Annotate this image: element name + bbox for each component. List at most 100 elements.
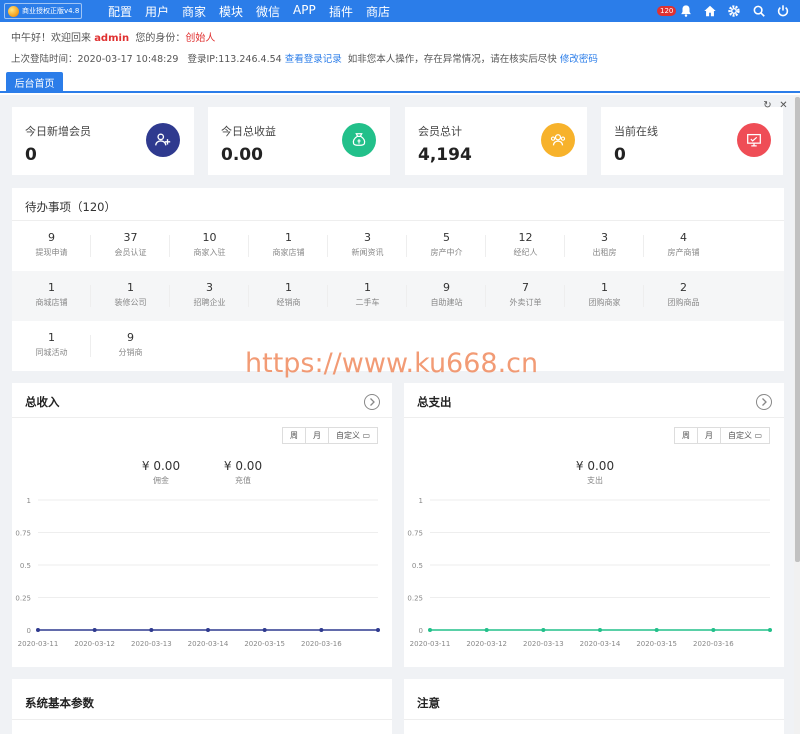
todo-item[interactable]: 9 分销商 [91, 321, 170, 371]
todo-label: 商家入驻 [193, 248, 226, 257]
todo-item[interactable]: 10 商家入驻 [170, 221, 249, 271]
todo-item[interactable]: 9 提现申请 [12, 221, 91, 271]
tab-dashboard-home[interactable]: 后台首页 [6, 72, 63, 93]
data-point[interactable] [262, 628, 267, 632]
todo-count: 3 [364, 231, 371, 244]
data-point[interactable] [376, 628, 380, 632]
x-tick-label: 2020-03-11 [410, 640, 451, 648]
todo-item[interactable]: 37 会员认证 [91, 221, 170, 271]
last-login-label: 上次登陆时间： [11, 54, 78, 65]
todo-count: 1 [601, 281, 608, 294]
period-custom-label: 自定义 [728, 431, 752, 440]
last-login-line: 上次登陆时间：2020-03-17 10:48:29 登录IP:113.246.… [11, 51, 598, 65]
todo-item[interactable]: 1 二手车 [328, 271, 407, 321]
todo-item[interactable]: 1 商城店铺 [12, 271, 91, 321]
home-icon[interactable] [703, 4, 717, 18]
todo-item[interactable]: 2 团购商品 [644, 271, 723, 321]
watermark-text: https://www.ku668.cn [245, 348, 539, 379]
data-point[interactable] [598, 628, 602, 632]
todo-item[interactable]: 3 新闻资讯 [328, 221, 407, 271]
expense-line-chart: 0 0.25 0.5 0.75 1 2020-03-11 2020-03-12 2020-03… [407, 497, 772, 648]
nav-wechat[interactable]: 微信 [256, 3, 280, 20]
todo-item[interactable]: 1 经销商 [249, 271, 328, 321]
stat-value: 4,194 [418, 145, 472, 165]
nav-app[interactable]: APP [293, 3, 316, 17]
todo-item[interactable]: 3 出租房 [565, 221, 644, 271]
data-point[interactable] [711, 628, 716, 632]
data-point[interactable] [541, 628, 546, 632]
monitor-icon [737, 123, 771, 157]
todo-count: 1 [364, 281, 371, 294]
todo-item[interactable]: 1 同城活动 [12, 321, 91, 371]
y-tick-label: 0.75 [407, 530, 423, 538]
todo-label: 自助建站 [430, 298, 463, 307]
data-point[interactable] [149, 628, 154, 632]
y-tick-label: 0 [419, 627, 423, 635]
change-password-link[interactable]: 修改密码 [560, 54, 598, 65]
todo-label: 外卖订单 [509, 298, 542, 307]
period-month-button[interactable]: 月 [306, 428, 329, 443]
data-point[interactable] [92, 628, 97, 632]
nav-config[interactable]: 配置 [108, 3, 132, 20]
todo-item[interactable]: 1 装修公司 [91, 271, 170, 321]
security-notice: 如非您本人操作，存在异常情况，请在核实后尽快 [347, 54, 557, 65]
refresh-icon[interactable]: ↻ [762, 100, 773, 111]
y-tick-label: 0.25 [407, 595, 423, 603]
todo-item[interactable]: 5 房产中介 [407, 221, 486, 271]
todo-label: 提现申请 [35, 248, 68, 257]
brand-logo[interactable]: 商业授权正版v4.8 [4, 3, 82, 19]
panel-divider [404, 417, 784, 418]
panel-divider [12, 417, 392, 418]
bell-icon[interactable] [679, 4, 693, 18]
x-tick-label: 2020-03-12 [74, 640, 115, 648]
expense-more-arrow-icon[interactable] [756, 394, 772, 410]
data-point[interactable] [768, 628, 772, 632]
data-point[interactable] [654, 628, 659, 632]
power-icon[interactable] [776, 4, 790, 18]
data-point[interactable] [319, 628, 324, 632]
todo-label: 房产商铺 [667, 248, 700, 257]
todo-item[interactable]: 1 商家店铺 [249, 221, 328, 271]
todo-item[interactable]: 9 自助建站 [407, 271, 486, 321]
todo-item[interactable]: 12 经纪人 [486, 221, 565, 271]
data-point[interactable] [36, 628, 40, 632]
nav-merchants[interactable]: 商家 [182, 3, 206, 20]
period-week-button[interactable]: 周 [283, 428, 306, 443]
period-custom-button[interactable]: 自定义 ▭ [721, 428, 769, 443]
stat-label: 今日总收益 [221, 125, 276, 138]
period-week-button[interactable]: 周 [675, 428, 698, 443]
todo-panel: 待办事项（120） 9 提现申请 37 会员认证 10 商家入驻 1 商家店铺 3 新闻资讯 5 房产… [12, 188, 784, 371]
todo-item[interactable]: 7 外卖订单 [486, 271, 565, 321]
todo-row: 1 商城店铺 1 装修公司 3 招聘企业 1 经销商 1 二手车 9 自助建站 7 外卖订单 1 团购商家 2 团… [12, 271, 784, 321]
notice-title: 注意 [417, 696, 440, 710]
data-point[interactable] [206, 628, 210, 632]
welcome-line: 中午好！欢迎回来 admin 您的身份：创始人 [11, 29, 215, 44]
notification-badge[interactable]: 120 [657, 6, 677, 16]
view-login-records-link[interactable]: 查看登录记录 [285, 54, 342, 65]
todo-count: 37 [123, 231, 138, 244]
gear-icon[interactable] [727, 4, 741, 18]
calendar-icon: ▭ [754, 431, 763, 440]
data-point[interactable] [484, 628, 489, 632]
todo-item[interactable]: 1 团购商家 [565, 271, 644, 321]
search-icon[interactable] [752, 4, 766, 18]
nav-users[interactable]: 用户 [145, 3, 169, 20]
x-tick-label: 2020-03-11 [18, 640, 59, 648]
system-params-panel: 系统基本参数 [12, 679, 392, 734]
data-point[interactable] [428, 628, 432, 632]
close-icon[interactable]: ✕ [778, 100, 789, 111]
income-more-arrow-icon[interactable] [364, 394, 380, 410]
expense-title: 总支出 [417, 395, 452, 409]
todo-label: 新闻资讯 [351, 248, 384, 257]
nav-plugins[interactable]: 插件 [329, 3, 353, 20]
money-label: 佣金 [153, 476, 169, 485]
nav-modules[interactable]: 模块 [219, 3, 243, 20]
todo-count: 1 [127, 281, 134, 294]
todo-item[interactable]: 4 房产商铺 [644, 221, 723, 271]
scrollbar-thumb[interactable] [795, 97, 800, 562]
todo-item[interactable]: 3 招聘企业 [170, 271, 249, 321]
todo-label: 商家店铺 [272, 248, 305, 257]
period-month-button[interactable]: 月 [698, 428, 721, 443]
period-custom-button[interactable]: 自定义 ▭ [329, 428, 377, 443]
nav-store[interactable]: 商店 [366, 3, 390, 20]
